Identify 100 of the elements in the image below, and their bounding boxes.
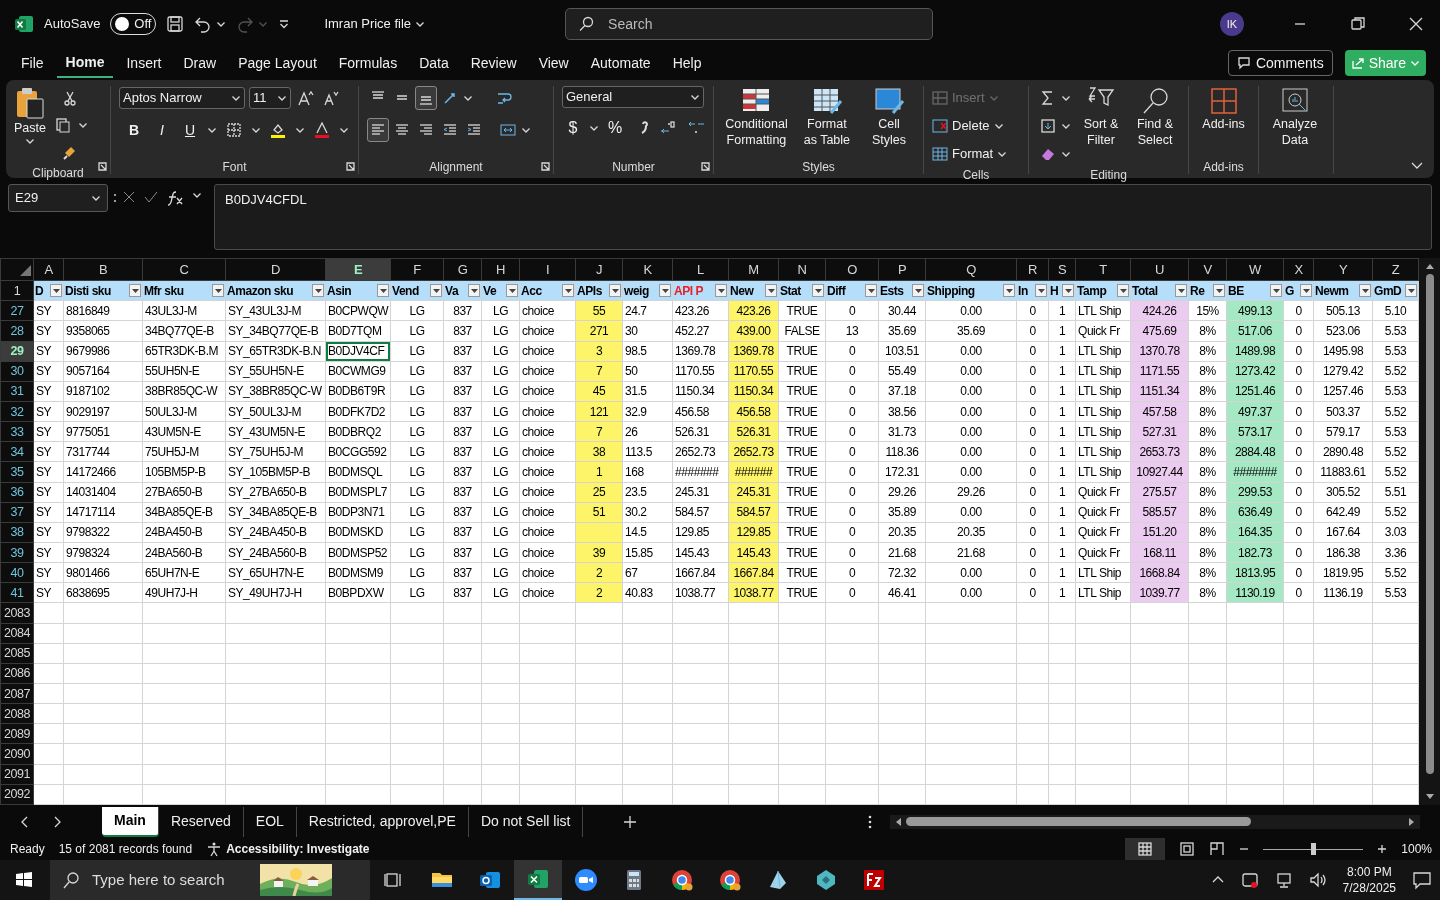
video-call-icon[interactable] [574, 868, 598, 892]
save-icon[interactable] [166, 15, 185, 33]
menu-tab[interactable]: File [12, 48, 53, 78]
fill-color-icon[interactable] [270, 122, 286, 138]
cells-button[interactable]: Format [932, 142, 1008, 166]
row-header[interactable]: 1 [0, 280, 34, 301]
analyze-data-button[interactable]: Analyze Data [1267, 86, 1323, 158]
percent-button[interactable]: % [604, 116, 626, 140]
row-header[interactable]: 27 [0, 300, 34, 321]
row-header[interactable]: 2092 [0, 784, 34, 805]
scroll-down-icon[interactable] [1424, 793, 1435, 801]
filter-button[interactable] [1117, 284, 1129, 298]
filter-button[interactable] [1062, 284, 1074, 298]
accessibility-button[interactable]: Accessibility: Investigate [206, 840, 370, 858]
filter-button[interactable] [659, 284, 671, 298]
styles-button[interactable]: Conditional Formatting [722, 86, 791, 158]
previous-sheet-icon[interactable] [20, 815, 30, 828]
menu-tab[interactable]: Data [410, 48, 458, 78]
filter-button[interactable] [129, 284, 141, 298]
column-header[interactable]: H [481, 258, 520, 281]
clock-date[interactable]: 7/28/2025 [1342, 880, 1396, 896]
row-header[interactable]: 2090 [0, 743, 34, 765]
column-header[interactable]: P [878, 258, 926, 281]
filter-button[interactable] [50, 284, 62, 298]
column-header[interactable]: Z [1372, 258, 1419, 281]
cube-icon[interactable] [814, 868, 838, 892]
row-header[interactable]: 2088 [0, 703, 34, 724]
column-header[interactable]: V [1188, 258, 1227, 281]
filter-button[interactable] [1175, 284, 1187, 298]
eraser-icon[interactable] [1040, 146, 1056, 162]
row-header[interactable]: 2083 [0, 602, 34, 624]
row-header[interactable]: 37 [0, 502, 34, 523]
column-header[interactable]: N [778, 258, 826, 281]
filter-button[interactable] [1035, 284, 1047, 298]
filter-button[interactable] [765, 284, 777, 298]
filter-button[interactable] [562, 284, 574, 298]
orientation-icon[interactable] [442, 90, 458, 106]
menu-tab[interactable]: Automate [581, 48, 660, 78]
filezilla-icon[interactable] [862, 868, 886, 892]
fill-icon[interactable] [1040, 118, 1056, 134]
task-view-icon[interactable] [384, 871, 404, 889]
clock-time[interactable]: 8:00 PM [1342, 864, 1396, 880]
search-field[interactable]: Search [565, 8, 934, 40]
row-header[interactable]: 39 [0, 542, 34, 563]
row-header[interactable]: 2085 [0, 643, 34, 664]
search-input[interactable]: Search [606, 12, 907, 36]
column-header[interactable]: D [225, 258, 326, 281]
increase-decimal-icon[interactable] [660, 120, 678, 136]
taskbar-search-field[interactable]: Type here to search [50, 860, 370, 900]
row-header[interactable]: 41 [0, 582, 34, 603]
row-header[interactable]: 32 [0, 401, 34, 422]
file-name-button[interactable]: Imran Price file [324, 14, 426, 34]
add-sheet-icon[interactable] [623, 814, 638, 829]
row-header[interactable]: 2084 [0, 623, 34, 644]
network-icon[interactable] [1274, 871, 1293, 889]
filter-button[interactable] [1359, 284, 1371, 298]
menu-tab[interactable]: Review [461, 48, 526, 78]
restore-icon[interactable] [1349, 15, 1367, 33]
column-header[interactable]: S [1048, 258, 1076, 281]
column-header[interactable]: U [1130, 258, 1189, 281]
row-header[interactable]: 33 [0, 421, 34, 442]
horizontal-scrollbar[interactable] [890, 814, 1420, 829]
taskbar-search-input[interactable]: Type here to search [90, 867, 250, 893]
borders-icon[interactable] [226, 122, 242, 138]
enter-icon[interactable] [144, 190, 158, 204]
italic-button[interactable]: I [151, 118, 173, 142]
increase-indent-icon[interactable] [466, 122, 482, 138]
row-header[interactable]: 28 [0, 320, 34, 342]
paste-button[interactable]: Paste [14, 86, 46, 164]
font-color-icon[interactable] [314, 122, 330, 138]
row-header[interactable]: 29 [0, 341, 34, 362]
column-header[interactable]: K [622, 258, 673, 281]
row-header[interactable]: 30 [0, 361, 34, 382]
filter-button[interactable] [377, 284, 389, 298]
column-header[interactable]: W [1226, 258, 1284, 281]
column-header[interactable]: T [1075, 258, 1131, 281]
filter-button[interactable] [1300, 284, 1312, 298]
filter-button[interactable] [1405, 284, 1417, 298]
page-layout-icon[interactable] [1179, 841, 1196, 857]
avatar[interactable]: IK [1220, 12, 1244, 36]
launcher-icon[interactable] [701, 162, 710, 171]
customize-icon[interactable] [278, 18, 291, 30]
name-box[interactable]: E29 [8, 184, 108, 212]
zoom-in-icon[interactable] [1377, 844, 1388, 854]
zoom-slider-thumb[interactable] [1311, 843, 1317, 855]
row-header[interactable]: 34 [0, 441, 34, 462]
row-header[interactable]: 2089 [0, 723, 34, 744]
filter-button[interactable] [312, 284, 324, 298]
filter-button[interactable] [468, 284, 480, 298]
underline-button[interactable]: U [179, 118, 201, 142]
align-left-icon[interactable] [370, 122, 386, 138]
cancel-icon[interactable] [122, 190, 136, 204]
sheet-tab[interactable]: EOL [243, 806, 297, 837]
filter-button[interactable] [1213, 284, 1225, 298]
wrap-text-icon[interactable] [496, 90, 512, 106]
filter-button[interactable] [506, 284, 518, 298]
format-painter-icon[interactable] [61, 144, 78, 160]
filter-button[interactable] [1003, 284, 1015, 298]
row-header[interactable]: 38 [0, 522, 34, 543]
row-header[interactable]: 40 [0, 562, 34, 583]
